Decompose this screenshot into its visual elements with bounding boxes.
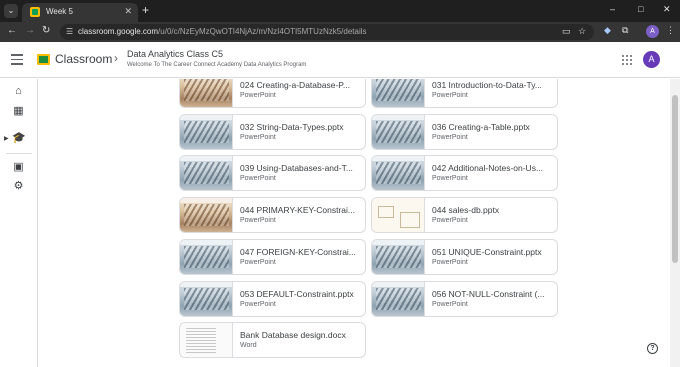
back-icon[interactable]: ← xyxy=(7,25,17,36)
browser-profile-avatar[interactable]: A xyxy=(646,25,659,38)
attachment-type: Word xyxy=(240,342,257,349)
attachment-title: 053 DEFAULT-Constraint.pptx xyxy=(240,289,354,299)
url-host: classroom.google.com xyxy=(78,27,159,36)
bookmark-star-icon[interactable]: ☆ xyxy=(578,26,586,37)
maximize-button[interactable]: □ xyxy=(638,4,643,14)
install-app-icon[interactable]: ▭ xyxy=(562,26,571,37)
help-icon[interactable]: ? xyxy=(647,343,658,354)
slide-thumbnail xyxy=(372,240,425,274)
slide-thumbnail xyxy=(180,240,233,274)
browser-tab[interactable]: Week 5 ✕ xyxy=(22,3,138,22)
attachment-type: PowerPoint xyxy=(432,175,468,182)
minimize-button[interactable]: – xyxy=(610,4,615,14)
page-scrollbar[interactable] xyxy=(670,79,680,367)
attachment-type: PowerPoint xyxy=(240,92,276,99)
attachment-title: 039 Using-Databases-and-T... xyxy=(240,163,353,173)
home-icon[interactable]: ⌂ xyxy=(12,85,25,98)
attachment-title: 047 FOREIGN-KEY-Constrai... xyxy=(240,247,356,257)
slide-thumbnail xyxy=(180,115,233,149)
attachment-title: 044 sales-db.pptx xyxy=(432,205,500,215)
attachment-title: 024 Creating-a-Database-P... xyxy=(240,80,350,90)
archive-icon[interactable]: ▣ xyxy=(12,161,25,174)
slide-thumbnail xyxy=(372,79,425,107)
slide-thumbnail xyxy=(372,156,425,190)
attachment-title: 056 NOT-NULL-Constraint (... xyxy=(432,289,545,299)
attachment-card[interactable]: 031 Introduction-to-Data-Ty... PowerPoin… xyxy=(371,79,558,108)
diagram-thumbnail xyxy=(372,198,425,232)
attachment-card[interactable]: 047 FOREIGN-KEY-Constrai... PowerPoint xyxy=(179,239,366,275)
calendar-icon[interactable]: ▦ xyxy=(12,105,25,118)
extension-icon[interactable]: ◆ xyxy=(604,25,611,36)
tab-search-button[interactable]: ⌄ xyxy=(4,4,18,18)
enrolled-classes-icon[interactable]: 🎓 xyxy=(12,132,26,145)
app-name[interactable]: Classroom xyxy=(55,52,112,66)
slide-thumbnail xyxy=(180,156,233,190)
left-nav-rail: ⌂ ▦ ▶ 🎓 ▣ ⚙ xyxy=(0,79,38,367)
tab-title: Week 5 xyxy=(46,7,73,16)
site-info-icon[interactable]: ☰ xyxy=(66,27,73,36)
address-bar[interactable]: ☰ classroom.google.com/u/0/c/NzEyMzQwOTI… xyxy=(60,24,594,40)
class-name[interactable]: Data Analytics Class C5 xyxy=(127,49,223,59)
attachment-title: 042 Additional-Notes-on-Us... xyxy=(432,163,544,173)
url-path: /u/0/c/NzEyMzQwOTI4NjAz/m/NzI4OTI5MTUzNz… xyxy=(158,27,367,36)
attachment-card[interactable]: 036 Creating-a-Table.pptx PowerPoint xyxy=(371,114,558,150)
main-menu-icon[interactable] xyxy=(11,54,23,68)
attachment-title: 051 UNIQUE-Constraint.pptx xyxy=(432,247,542,257)
attachment-type: PowerPoint xyxy=(432,134,468,141)
tab-close-icon[interactable]: ✕ xyxy=(124,6,132,17)
expand-arrow-icon[interactable]: ▶ xyxy=(4,135,9,142)
document-thumbnail xyxy=(180,323,233,357)
attachment-card[interactable]: 053 DEFAULT-Constraint.pptx PowerPoint xyxy=(179,281,366,317)
forward-icon[interactable]: → xyxy=(25,25,35,36)
attachment-type: PowerPoint xyxy=(240,175,276,182)
attachment-card[interactable]: 044 PRIMARY-KEY-Constrai... PowerPoint xyxy=(179,197,366,233)
rail-divider xyxy=(6,153,32,154)
attachment-title: 031 Introduction-to-Data-Ty... xyxy=(432,80,542,90)
attachment-type: PowerPoint xyxy=(432,259,468,266)
account-avatar[interactable]: A xyxy=(643,51,660,68)
attachment-card[interactable]: 044 sales-db.pptx PowerPoint xyxy=(371,197,558,233)
attachment-card[interactable]: 051 UNIQUE-Constraint.pptx PowerPoint xyxy=(371,239,558,275)
browser-tab-strip: ⌄ Week 5 ✕ + – □ ✕ xyxy=(0,0,680,22)
attachment-type: PowerPoint xyxy=(240,134,276,141)
attachment-type: PowerPoint xyxy=(240,217,276,224)
classroom-favicon-icon xyxy=(30,7,40,17)
breadcrumb-chevron-icon: › xyxy=(114,51,118,65)
classroom-logo-icon[interactable] xyxy=(37,54,50,65)
attachment-card[interactable]: 024 Creating-a-Database-P... PowerPoint xyxy=(179,79,366,108)
close-window-button[interactable]: ✕ xyxy=(663,4,671,15)
attachment-type: PowerPoint xyxy=(432,217,468,224)
attachment-title: 044 PRIMARY-KEY-Constrai... xyxy=(240,205,355,215)
attachment-card[interactable]: 042 Additional-Notes-on-Us... PowerPoint xyxy=(371,155,558,191)
slide-thumbnail xyxy=(180,282,233,316)
google-apps-icon[interactable] xyxy=(622,55,632,65)
slide-thumbnail xyxy=(180,198,233,232)
attachment-card[interactable]: 039 Using-Databases-and-T... PowerPoint xyxy=(179,155,366,191)
slide-thumbnail xyxy=(180,79,233,107)
attachment-card[interactable]: 056 NOT-NULL-Constraint (... PowerPoint xyxy=(371,281,558,317)
material-details: 024 Creating-a-Database-P... PowerPoint … xyxy=(39,79,670,367)
class-subtitle: Welcome To The Career Connect Academy Da… xyxy=(127,62,307,68)
reload-icon[interactable]: ↻ xyxy=(42,25,50,36)
slide-thumbnail xyxy=(372,282,425,316)
classroom-header: Classroom › Data Analytics Class C5 Welc… xyxy=(0,42,680,78)
kebab-menu-icon[interactable]: ⋮ xyxy=(666,25,675,36)
browser-toolbar: ← → ↻ ☰ classroom.google.com/u/0/c/NzEyM… xyxy=(0,22,680,42)
url-text[interactable]: classroom.google.com/u/0/c/NzEyMzQwOTI4N… xyxy=(78,27,367,36)
attachment-title: Bank Database design.docx xyxy=(240,330,346,340)
attachment-type: PowerPoint xyxy=(432,301,468,308)
settings-icon[interactable]: ⚙ xyxy=(12,180,25,193)
attachment-type: PowerPoint xyxy=(432,92,468,99)
puzzle-icon[interactable]: ⧉ xyxy=(622,25,628,36)
new-tab-button[interactable]: + xyxy=(142,3,149,17)
attachment-card[interactable]: Bank Database design.docx Word xyxy=(179,322,366,358)
scrollbar-thumb[interactable] xyxy=(672,95,678,263)
attachment-title: 032 String-Data-Types.pptx xyxy=(240,122,344,132)
attachment-title: 036 Creating-a-Table.pptx xyxy=(432,122,530,132)
attachment-type: PowerPoint xyxy=(240,259,276,266)
attachment-card[interactable]: 032 String-Data-Types.pptx PowerPoint xyxy=(179,114,366,150)
slide-thumbnail xyxy=(372,115,425,149)
attachment-type: PowerPoint xyxy=(240,301,276,308)
